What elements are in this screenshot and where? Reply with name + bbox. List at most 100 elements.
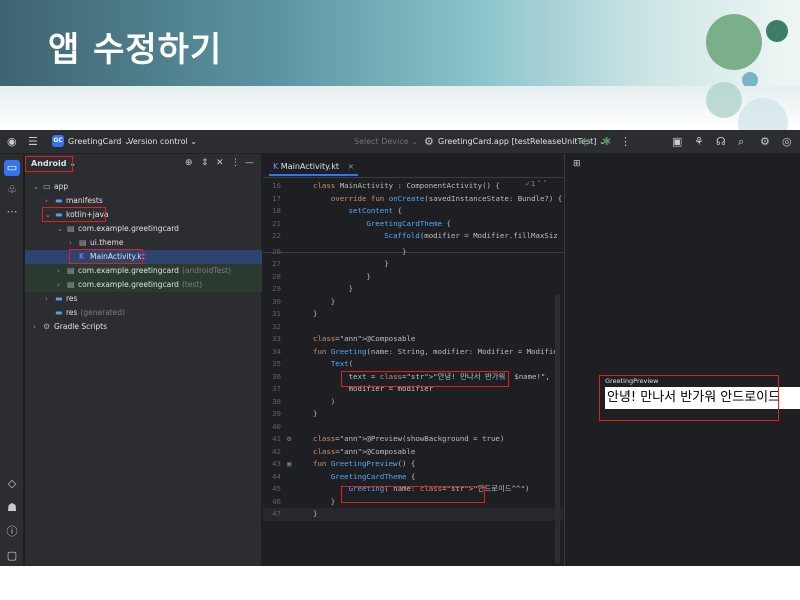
code-line: 45 Greeting( name: class="str">"안드로이드^^"… — [263, 483, 563, 496]
tree-item-text: com.example.greetingcard — [78, 266, 179, 275]
tree-item[interactable]: ▬ res (generated) — [25, 306, 262, 320]
chevron-right-icon[interactable]: › — [57, 264, 60, 278]
code-line: 39} — [263, 408, 563, 421]
code-line: 41 class="ann">@Preview(showBackground = … — [263, 433, 563, 446]
line-number: 38 — [272, 396, 281, 406]
tree-item-label: MainActivity.kt — [90, 250, 145, 264]
tree-item[interactable]: ⌄ ▤ com.example.greetingcard — [25, 222, 262, 236]
code-line: 40 — [263, 421, 563, 434]
preview-layers-icon[interactable]: ⊞ — [573, 159, 581, 169]
project-view-selector[interactable]: Android ⌄ — [31, 159, 76, 168]
chevron-down-icon[interactable]: ⌄ — [45, 208, 51, 222]
options-icon[interactable]: ⋮ — [231, 158, 240, 168]
tree-item-label: com.example.greetingcard — [78, 222, 179, 236]
select-device-dropdown[interactable]: Select Device ⌄ — [354, 135, 418, 149]
collapse-icon[interactable]: ✕ — [216, 158, 224, 168]
ide-titlebar: ◉ ☰ GC GreetingCard ⌄ Version control ⌄ … — [0, 130, 800, 154]
debug-icon[interactable]: ✱ — [602, 135, 611, 149]
chevron-right-icon[interactable]: › — [45, 194, 48, 208]
code-area[interactable]: 16 class MainActivity : ComponentActivity… — [263, 179, 563, 566]
line-number: 39 — [272, 409, 281, 418]
gradle-sync-icon[interactable]: ⚘ — [694, 135, 704, 149]
resource-manager-icon[interactable]: ♧ — [4, 182, 20, 198]
editor-scrollbar[interactable] — [555, 294, 560, 564]
line-number: 16 — [272, 181, 281, 190]
terminal-icon[interactable]: ▢ — [4, 548, 20, 564]
search-icon[interactable]: ⌕ — [738, 135, 744, 149]
android-studio-window: ◉ ☰ GC GreetingCard ⌄ Version control ⌄ … — [0, 130, 800, 566]
chevron-right-icon[interactable]: › — [69, 236, 72, 250]
tree-item[interactable]: ⌄ ▬ kotlin+java — [25, 208, 262, 222]
chevron-right-icon[interactable]: › — [45, 292, 48, 306]
line-number: 45 — [272, 484, 281, 493]
tree-item-text: MainActivity.kt — [90, 252, 145, 261]
tree-item[interactable]: › ▬ res — [25, 292, 262, 306]
code-text: fun Greeting(name: String, modifier: Mod… — [313, 346, 558, 356]
line-number: 29 — [272, 284, 281, 293]
decorative-circle — [766, 20, 788, 42]
minimize-icon[interactable]: — — [245, 158, 254, 168]
version-control-dropdown[interactable]: Version control ⌄ — [128, 135, 197, 149]
tree-item[interactable]: › ▤ com.example.greetingcard (test) — [25, 278, 262, 292]
version-control-label: Version control — [128, 137, 188, 146]
line-number: 31 — [272, 309, 281, 318]
tree-item-label: Gradle Scripts — [54, 320, 107, 334]
chevron-down-icon[interactable]: ⌄ — [33, 180, 39, 194]
tree-item[interactable]: › ▤ ui.theme — [25, 236, 262, 250]
code-editor: K MainActivity.kt × 16 class MainActivity… — [263, 154, 563, 566]
project-badge[interactable]: GC — [52, 135, 64, 147]
code-text: class="ann">@Preview(showBackground = tr… — [313, 434, 505, 443]
tree-item-text: res — [66, 294, 78, 303]
locate-icon[interactable]: ⊕ — [185, 158, 193, 168]
code-text: GreetingCardTheme { — [366, 218, 451, 228]
preview-settings-gutter-icon[interactable]: ⚙ — [287, 433, 291, 446]
code-line: 35 Text( — [263, 358, 563, 371]
more-tools-icon[interactable]: ⋯ — [4, 204, 20, 220]
main-menu-icon[interactable]: ☰ — [28, 135, 38, 149]
package-icon: ▤ — [67, 224, 75, 233]
run-icon[interactable]: ▷ — [584, 135, 592, 149]
line-number: 40 — [272, 421, 281, 431]
problems-icon[interactable]: ⓘ — [4, 524, 20, 540]
preview-render[interactable]: 안녕! 만나서 반가워 안드로이드 — [605, 387, 800, 409]
project-folder-icon[interactable]: ▭ — [4, 160, 20, 176]
tree-item-label: com.example.greetingcard (androidTest) — [78, 264, 231, 278]
profile-icon[interactable]: ☊ — [716, 135, 726, 149]
more-actions-icon[interactable]: ⋮ — [620, 135, 631, 149]
code-line: 46 } — [263, 496, 563, 509]
code-text: setContent { — [348, 206, 403, 215]
code-text: } — [313, 284, 354, 293]
line-number: 28 — [272, 271, 281, 281]
tree-item[interactable]: ⌄ ▭ app — [25, 180, 262, 194]
code-text: } — [313, 271, 371, 281]
chevron-right-icon[interactable]: › — [57, 278, 60, 292]
editor-tab-mainactivity[interactable]: K MainActivity.kt × — [269, 158, 359, 176]
inspection-widget[interactable]: ✓1 ˄ ˅ — [525, 180, 547, 188]
account-icon[interactable]: ◎ — [782, 135, 792, 149]
code-line: 18 setContent { — [263, 205, 563, 218]
line-number: 34 — [272, 346, 281, 356]
gem-icon[interactable]: ◇ — [4, 476, 20, 492]
logcat-icon[interactable]: ☗ — [4, 500, 20, 516]
tree-item[interactable]: › ⚙ Gradle Scripts — [25, 320, 262, 334]
tree-item[interactable]: › ▬ manifests — [25, 194, 262, 208]
expand-icon[interactable]: ⇕ — [201, 158, 209, 168]
chevron-down-icon[interactable]: ⌄ — [57, 222, 63, 236]
code-text: class MainActivity : ComponentActivity()… — [313, 181, 500, 190]
code-line: 34 fun Greeting(name: String, modifier: M… — [263, 346, 563, 359]
device-manager-icon[interactable]: ▣ — [672, 135, 682, 149]
preview-run-gutter-icon[interactable]: ▣ — [287, 458, 291, 471]
chevron-right-icon[interactable]: › — [33, 320, 36, 334]
settings-gear-icon[interactable]: ⚙ — [760, 135, 770, 149]
line-number: 18 — [272, 206, 281, 215]
tree-item-label: com.example.greetingcard (test) — [78, 278, 202, 292]
select-device-label: Select Device — [354, 137, 409, 146]
tree-item[interactable]: › ▤ com.example.greetingcard (androidTest) — [25, 264, 262, 278]
close-tab-icon[interactable]: × — [348, 162, 355, 171]
android-studio-logo-icon[interactable]: ◉ — [7, 135, 17, 149]
gradle-icon: ⚙ — [43, 322, 51, 331]
line-number: 30 — [272, 296, 281, 306]
tree-item[interactable]: K MainActivity.kt — [25, 250, 262, 264]
project-name-dropdown[interactable]: GreetingCard ⌄ — [68, 135, 131, 149]
run-configuration-dropdown[interactable]: GreetingCard.app [testReleaseUnitTest] ⌄ — [438, 135, 606, 149]
